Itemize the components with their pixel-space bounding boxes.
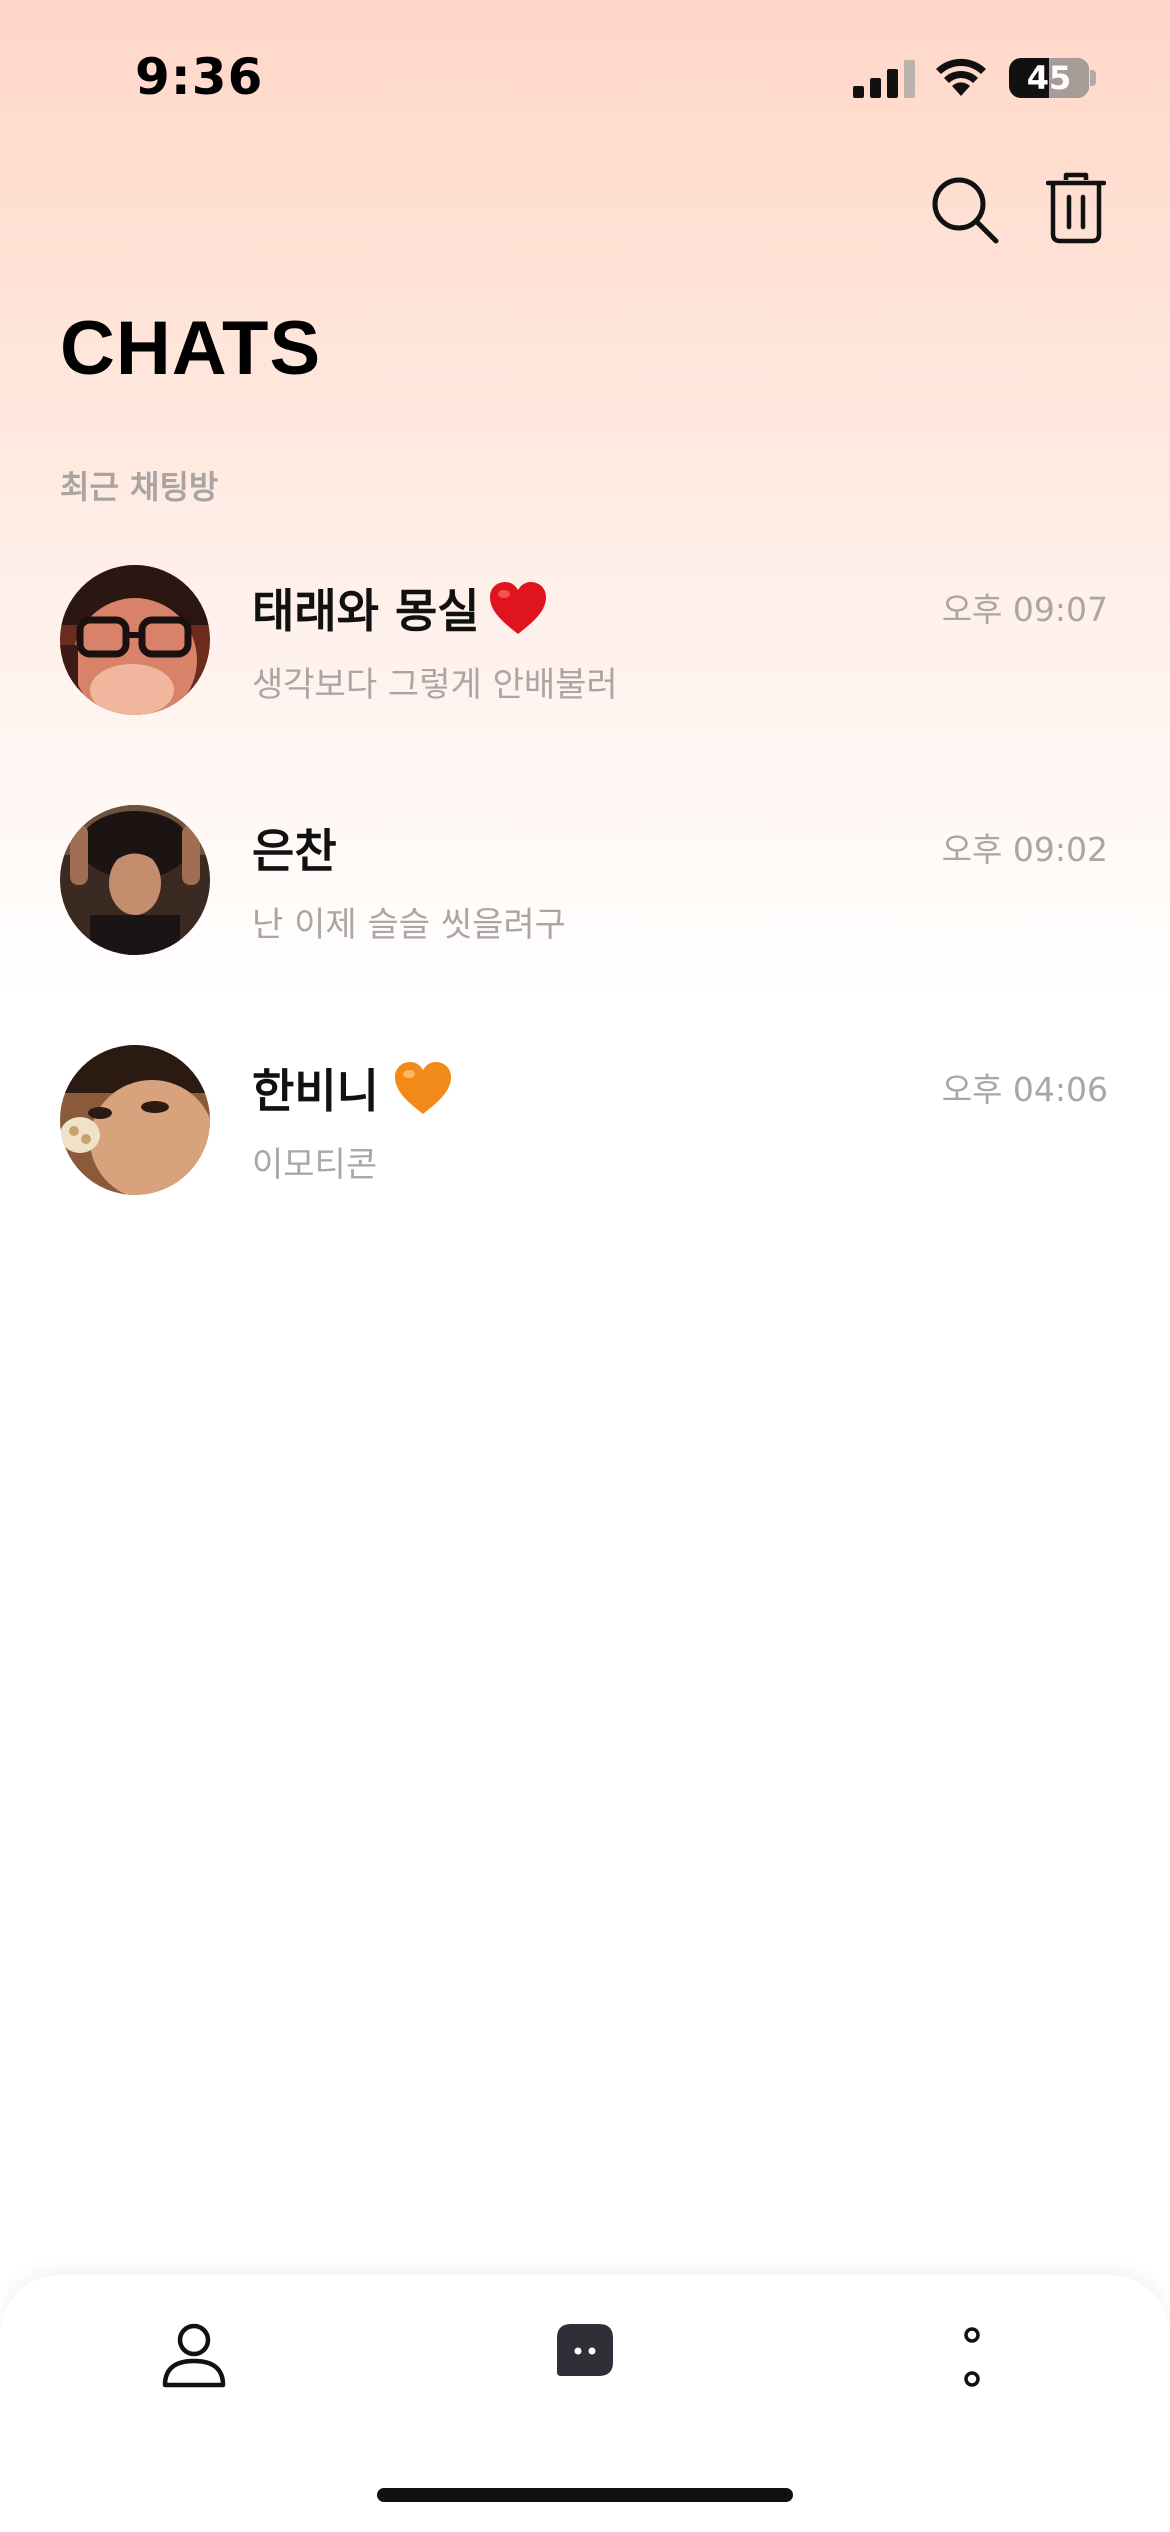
status-time: 9:36 [135,48,264,106]
more-icon[interactable] [960,2325,984,2391]
battery-level: 45 [1026,59,1072,97]
chat-preview: 이모티콘 [252,1145,378,1185]
search-icon[interactable] [930,175,1000,245]
avatar [60,1045,210,1195]
chat-list-item[interactable]: 한비니 이모티콘 오후 04:06 [0,1045,1170,1245]
chat-name: 한비니 [252,1055,453,1121]
chat-name: 은찬 [252,815,337,881]
chat-bubble-icon[interactable] [555,2322,615,2380]
chat-list-item[interactable]: 태래와 몽실 생각보다 그렇게 안배불러 오후 09:07 [0,565,1170,765]
section-label-recent-chats: 최근 채팅방 [60,468,219,506]
chat-name-text: 은찬 [252,824,337,878]
chat-time: 오후 04:06 [941,1070,1108,1109]
avatar [60,565,210,715]
red-heart-icon [489,582,546,634]
home-indicator [377,2488,793,2502]
page-title: CHATS [60,306,322,391]
orange-heart-icon [394,1062,451,1114]
battery-tip [1090,70,1096,86]
chat-time: 오후 09:02 [941,830,1108,869]
chat-name: 태래와 몽실 [252,575,548,641]
wifi-icon [936,58,986,96]
chat-list-item[interactable]: 은찬 난 이제 슬슬 씻을려구 오후 09:02 [0,805,1170,1005]
avatar [60,805,210,955]
chat-preview: 생각보다 그렇게 안배불러 [252,665,618,705]
chat-name-text: 한비니 [252,1064,379,1118]
cellular-signal-icon [853,60,915,98]
chat-time: 오후 09:07 [941,590,1108,629]
chat-preview: 난 이제 슬슬 씻을려구 [252,905,566,945]
status-bar: 9:36 45 [0,0,1170,150]
battery-icon: 45 [1009,58,1089,98]
profile-icon[interactable] [162,2323,226,2389]
trash-icon[interactable] [1046,172,1106,244]
chat-name-text: 태래와 몽실 [252,584,480,638]
